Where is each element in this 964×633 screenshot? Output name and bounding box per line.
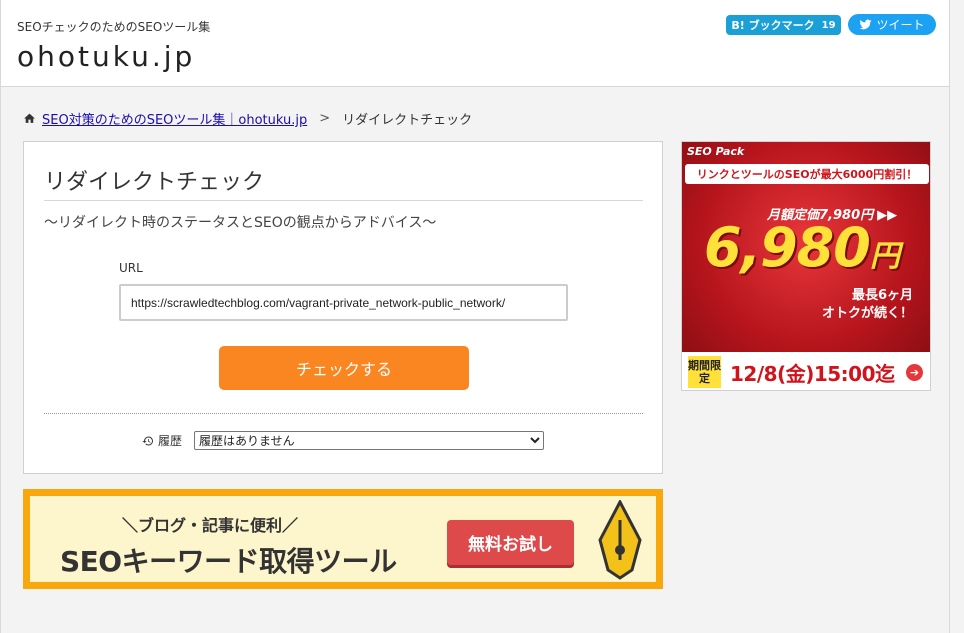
hatena-bookmark-label: B! ブックマーク: [731, 19, 815, 32]
history-label: 履歴: [158, 434, 183, 448]
ad-deadline: 12/8(金)15:00迄: [730, 362, 895, 386]
keyword-tool-banner[interactable]: ＼ブログ・記事に便利／ SEOキーワード取得ツール 無料お試し: [23, 489, 663, 589]
home-icon: [24, 113, 35, 123]
banner-inner: ＼ブログ・記事に便利／ SEOキーワード取得ツール 無料お試し: [30, 496, 656, 582]
breadcrumb-separator: >: [319, 111, 331, 126]
breadcrumb: SEO対策のためのSEOツール集｜ohotuku.jp > リダイレクトチェック: [23, 109, 472, 128]
twitter-bird-icon: [860, 19, 872, 30]
page-frame: SEOチェックのためのSEOツール集 ohotuku.jp B! ブックマーク …: [0, 0, 950, 633]
hatena-bookmark-count: 19: [821, 19, 836, 31]
ad-sale-price: 6,980円: [704, 216, 900, 279]
redirect-check-card: リダイレクトチェック ～リダイレクト時のステータスとSEOの観点からアドバイス～…: [23, 141, 663, 474]
breadcrumb-home-link[interactable]: SEO対策のためのSEOツール集｜ohotuku.jp: [42, 109, 307, 128]
ad-brand: SEO Pack: [687, 145, 745, 158]
page-title: リダイレクトチェック: [44, 170, 265, 195]
url-input[interactable]: [119, 284, 568, 321]
banner-small-text: ＼ブログ・記事に便利／: [122, 516, 299, 535]
seo-pack-ad[interactable]: SEO Pack リンクとツールのSEOが最大6000円割引！ 月額定価7,98…: [681, 141, 931, 391]
breadcrumb-current: リダイレクトチェック: [342, 113, 473, 128]
site-title[interactable]: ohotuku.jp: [17, 40, 195, 73]
ad-months-line1: 最長6ヶ月: [851, 288, 914, 303]
check-button[interactable]: チェックする: [219, 346, 469, 390]
site-header: SEOチェックのためのSEOツール集 ohotuku.jp B! ブックマーク …: [1, 0, 949, 87]
ad-footer: 期間限定 12/8(金)15:00迄 ➔: [682, 352, 930, 390]
ad-price-value: 6,980: [704, 216, 871, 279]
ad-months-line2: オトクが続く！: [822, 306, 914, 321]
ad-promo: リンクとツールのSEOが最大6000円割引！: [685, 164, 929, 184]
page-subtitle: ～リダイレクト時のステータスとSEOの観点からアドバイス～: [44, 215, 437, 231]
site-tagline: SEOチェックのためのSEOツール集: [17, 20, 211, 34]
history-icon: [142, 436, 153, 445]
hatena-bookmark-button[interactable]: B! ブックマーク 19: [726, 15, 841, 35]
banner-large-text: SEOキーワード取得ツール: [60, 545, 397, 578]
free-trial-button[interactable]: 無料お試し: [447, 520, 574, 565]
arrow-right-icon: ➔: [906, 364, 923, 381]
title-divider: [44, 200, 643, 201]
history-row: 履歴 履歴はありません: [142, 431, 545, 450]
fountain-pen-icon: [598, 500, 642, 580]
ad-months: 最長6ヶ月 オトクが続く！: [822, 287, 913, 323]
url-label: URL: [119, 261, 143, 275]
dotted-divider: [44, 413, 643, 414]
history-select[interactable]: 履歴はありません: [194, 431, 545, 450]
ad-price-unit: 円: [869, 239, 900, 274]
tweet-button[interactable]: ツイート: [848, 14, 936, 35]
tweet-label: ツイート: [876, 18, 925, 32]
ad-limited-badge: 期間限定: [688, 356, 721, 388]
